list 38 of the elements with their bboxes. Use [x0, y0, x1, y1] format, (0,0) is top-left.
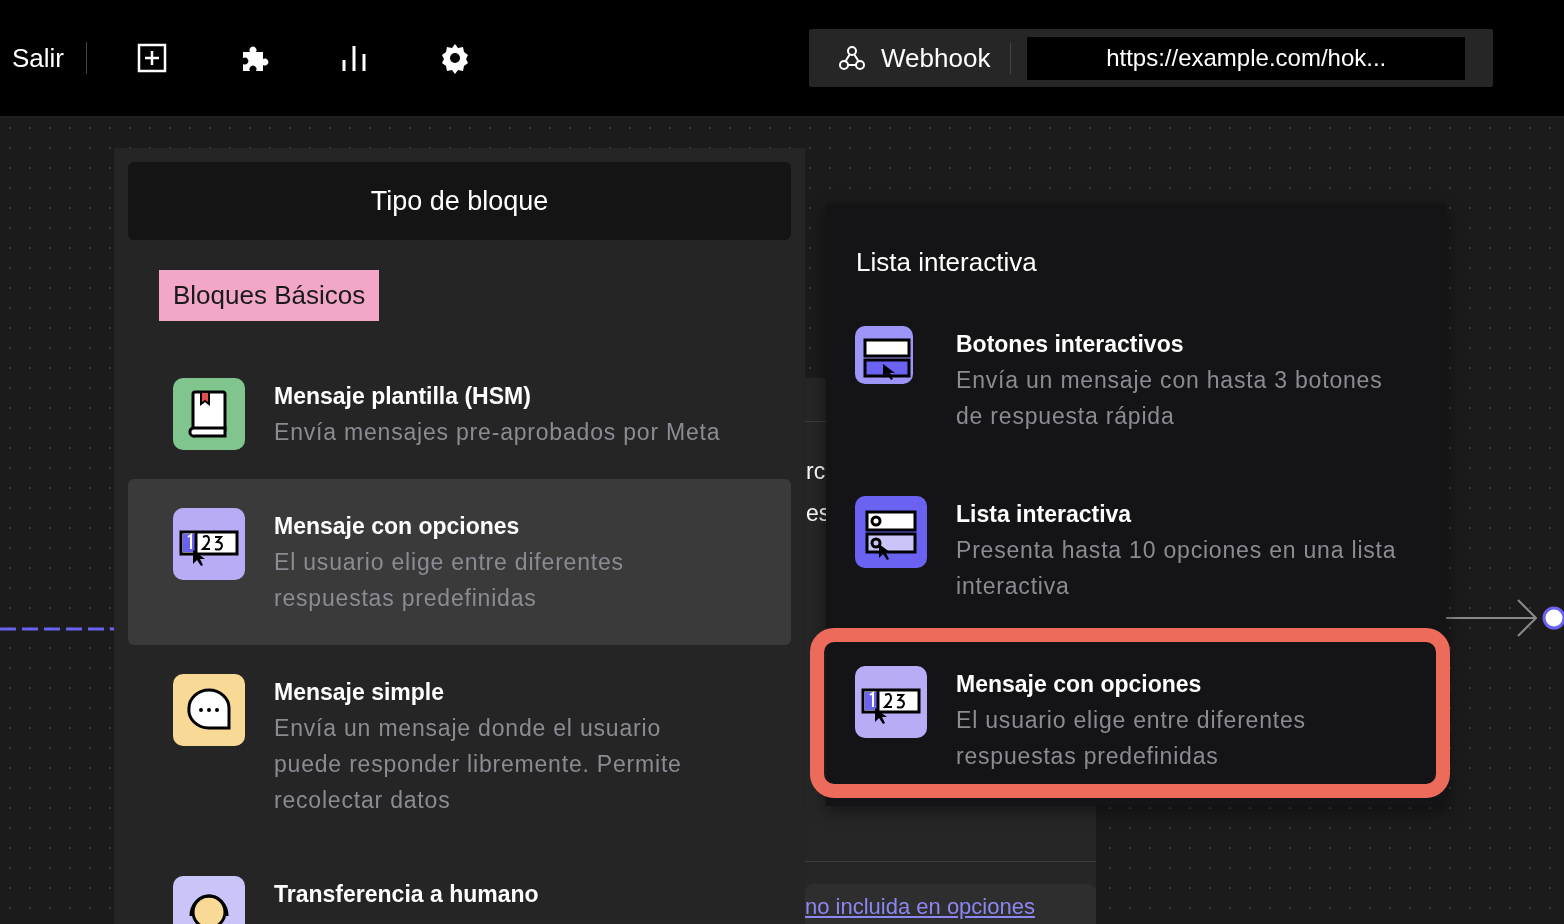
book-icon [173, 378, 245, 450]
node-text: rc [806, 458, 826, 485]
chat-icon [173, 674, 245, 746]
settings-icon[interactable] [439, 42, 471, 74]
option-description: El usuario elige entre diferentes respuestas predefinidas [956, 706, 1307, 771]
list-icon [855, 496, 927, 568]
option-title: Lista interactiva [956, 500, 1133, 529]
webhook-label: Webhook [881, 42, 1012, 74]
add-icon[interactable] [136, 42, 168, 74]
block-option[interactable]: Mensaje con opciones El usuario elige entre diferentes respuestas predefinidas [128, 479, 791, 645]
option-link[interactable]: no incluida en opciones [805, 884, 1096, 924]
block-option[interactable]: Mensaje simple Envía un mensaje donde el usuario puede responder libremente. Permite recolectar datos [128, 645, 791, 847]
submenu-option[interactable]: Botones interactivos Envía un mensaje con hasta 3 botones de respuesta rápida [826, 288, 1446, 458]
options-icon [173, 508, 245, 580]
option-description: Envía mensajes pre-aprobados por Meta [274, 418, 721, 447]
panel-title: Tipo de bloque [128, 162, 791, 240]
option-description: Envía un mensaje con hasta 3 botones de respuesta rápida [956, 366, 1384, 431]
option-title: Mensaje con opciones [956, 670, 1203, 699]
options-icon [855, 666, 927, 738]
option-title: Mensaje simple [274, 678, 446, 707]
submenu-option[interactable]: Lista interactiva Presenta hasta 10 opciones en una lista interactiva [826, 458, 1446, 628]
option-title: Botones interactivos [956, 330, 1185, 359]
buttons-icon [855, 326, 913, 384]
url-field[interactable]: https://example.com/hok... [1027, 36, 1465, 80]
option-description: Envía un mensaje donde el usuario puede responder libremente. Permite recolectar datos [274, 714, 683, 815]
submenu-title: Lista interactiva [856, 246, 1038, 279]
option-description: El usuario elige entre diferentes respuestas predefinidas [274, 548, 625, 613]
option-description: Presenta hasta 10 opciones en una lista interactiva [956, 536, 1398, 601]
webhook-icon [837, 43, 867, 73]
option-title: Transferencia a humano [274, 880, 539, 909]
option-title: Mensaje plantilla (HSM) [274, 382, 532, 411]
option-title: Mensaje con opciones [274, 512, 521, 541]
connector-port[interactable] [1542, 606, 1564, 630]
block-option[interactable]: Mensaje plantilla (HSM) Envía mensajes pre-aprobados por Meta [128, 349, 791, 479]
submenu-option[interactable]: Mensaje con opciones El usuario elige entre diferentes respuestas predefinidas [810, 628, 1450, 798]
block-option[interactable]: Transferencia a humano [128, 847, 791, 924]
section-tag: Bloques Básicos [159, 270, 380, 321]
exit-button[interactable]: Salir [6, 42, 87, 74]
